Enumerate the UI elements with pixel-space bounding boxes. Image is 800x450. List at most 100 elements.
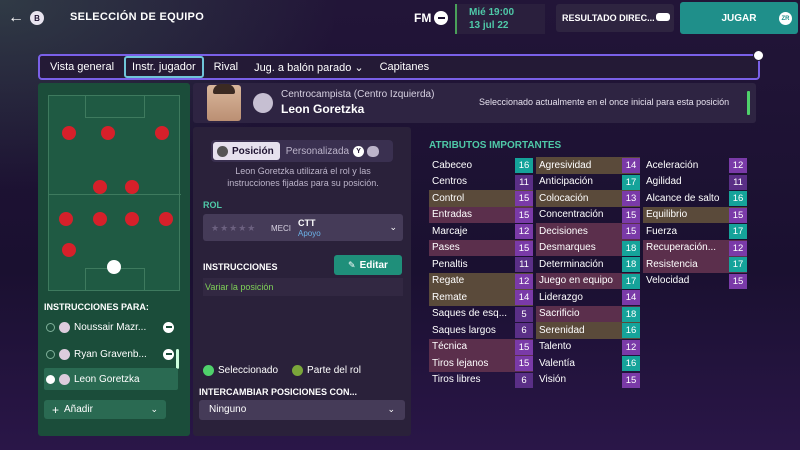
tab-3[interactable]: Jug. a balón parado ⌄: [248, 58, 370, 77]
attribute-row: Colocación 13: [536, 190, 640, 207]
attribute-value: 5: [515, 306, 533, 322]
legend-role-part: Parte del rol: [307, 365, 361, 376]
instructions-label: INSTRUCCIONES: [203, 262, 278, 272]
attribute-value: 14: [622, 290, 640, 305]
legend: Seleccionado Parte del rol: [203, 365, 361, 376]
attribute-column: Agresividad 14 Anticipación 17 Colocación 13 C…: [536, 157, 640, 388]
attribute-name: Agilidad: [646, 176, 682, 188]
tab-1[interactable]: Instr. jugador: [124, 56, 204, 78]
instruction-player-name: Leon Goretzka: [74, 373, 140, 385]
player-marker[interactable]: [62, 243, 76, 257]
arrow-left-icon[interactable]: ←: [8, 9, 24, 27]
player-marker[interactable]: [159, 212, 173, 226]
tab-0[interactable]: Vista general: [44, 58, 120, 76]
player-position: Centrocampista (Centro Izquierda): [281, 89, 435, 100]
attribute-value: 16: [515, 158, 533, 173]
attribute-row: Concentración 15: [536, 207, 640, 224]
attribute-value: 15: [622, 372, 640, 388]
radio-icon: [46, 322, 55, 332]
result-button[interactable]: RESULTADO DIREC...: [556, 4, 674, 32]
clock-icon: [753, 50, 764, 61]
player-marker[interactable]: [93, 180, 107, 194]
attribute-name: Determinación: [539, 258, 604, 270]
swap-positions-value: Ninguno: [209, 404, 247, 415]
attribute-name: Aceleración: [646, 159, 699, 171]
attribute-name: Agresividad: [539, 159, 592, 171]
attribute-row: Saques largos 6: [429, 322, 533, 339]
attribute-row: Recuperación... 12: [643, 239, 747, 256]
attribute-name: Entradas: [432, 209, 473, 221]
role-duty: Apoyo: [298, 229, 321, 238]
pitch: [48, 95, 181, 291]
attribute-name: Control: [432, 192, 465, 204]
attribute-name: Saques de esq...: [432, 308, 508, 320]
attribute-name: Decisiones: [539, 225, 588, 237]
swap-positions-dropdown[interactable]: Ninguno ⌄: [199, 400, 405, 420]
attribute-name: Alcance de salto: [646, 192, 720, 204]
attribute-row: Centros 11: [429, 174, 533, 191]
attribute-name: Sacrificio: [539, 308, 580, 320]
attribute-value: 11: [729, 174, 747, 190]
play-button[interactable]: JUGAR ZR: [680, 2, 798, 34]
attribute-row: Cabeceo 16: [429, 157, 533, 174]
attribute-value: 15: [515, 191, 533, 206]
attribute-row: Marcaje 12: [429, 223, 533, 240]
y-button-icon: Y: [353, 145, 365, 157]
attribute-value: 17: [729, 224, 747, 239]
player-marker[interactable]: [125, 212, 139, 226]
role-dropdown[interactable]: ★★★★★ MECI CTT Apoyo ⌄: [203, 214, 403, 241]
player-marker[interactable]: [59, 212, 73, 226]
date-date: 13 jul 22: [469, 20, 509, 31]
player-name[interactable]: Leon Goretzka: [281, 102, 364, 116]
tab-4[interactable]: Capitanes: [374, 58, 436, 76]
attribute-row: Decisiones 15: [536, 223, 640, 240]
instruction-player-row[interactable]: Leon Goretzka: [44, 368, 178, 390]
role-code: MECI: [271, 224, 291, 233]
radio-icon: [46, 374, 55, 384]
attribute-value: 18: [622, 240, 640, 256]
minus-icon[interactable]: [434, 11, 448, 25]
remove-icon[interactable]: [163, 348, 174, 360]
pencil-icon: ✎: [348, 259, 356, 270]
tab-2[interactable]: Rival: [208, 58, 244, 76]
toggle-position[interactable]: Posición: [213, 142, 280, 160]
player-marker[interactable]: [93, 212, 107, 226]
player-marker[interactable]: [101, 126, 115, 140]
attribute-name: Recuperación...: [646, 242, 717, 254]
instruction-item: Variar la posición: [203, 278, 403, 296]
player-face-icon: [59, 321, 70, 333]
chevron-down-icon: ⌄: [150, 404, 158, 414]
instruction-player-row[interactable]: Ryan Gravenb...: [44, 343, 178, 365]
instruction-player-name: Noussair Mazr...: [74, 321, 147, 333]
controller-icon: [656, 13, 670, 21]
attribute-name: Técnica: [432, 341, 468, 353]
player-marker[interactable]: [62, 126, 76, 140]
selected-dot-icon: [203, 365, 214, 376]
attribute-value: 17: [622, 273, 640, 289]
attributes-title: ATRIBUTOS IMPORTANTES: [429, 140, 562, 151]
edit-button[interactable]: ✎ Editar: [334, 255, 402, 275]
instruction-player-name: Ryan Gravenb...: [74, 348, 147, 360]
player-marker[interactable]: [155, 126, 169, 140]
attribute-value: 12: [622, 339, 640, 355]
add-button[interactable]: + Añadir ⌄: [44, 400, 166, 419]
attribute-value: 16: [622, 356, 640, 371]
player-photo: [207, 84, 241, 121]
attribute-row: Agilidad 11: [643, 174, 747, 191]
attribute-row: Sacrificio 18: [536, 305, 640, 322]
attribute-row: Talento 12: [536, 339, 640, 356]
attribute-value: 15: [515, 356, 533, 371]
attribute-name: Remate: [432, 291, 468, 303]
result-button-label: RESULTADO DIREC...: [562, 13, 655, 23]
role-rating-stars: ★★★★★: [211, 223, 257, 233]
toggle-custom[interactable]: Personalizada: [286, 146, 349, 157]
attribute-row: Visión 15: [536, 372, 640, 389]
remove-icon[interactable]: [163, 321, 174, 333]
instruction-player-row[interactable]: Noussair Mazr...: [44, 316, 178, 338]
player-marker[interactable]: [125, 180, 139, 194]
attribute-name: Centros: [432, 176, 468, 188]
attribute-name: Tiros lejanos: [432, 357, 489, 369]
attribute-name: Velocidad: [646, 275, 690, 287]
player-marker[interactable]: [107, 260, 121, 274]
role-panel: Posición Personalizada Y Leon Goretzka u…: [193, 127, 411, 436]
